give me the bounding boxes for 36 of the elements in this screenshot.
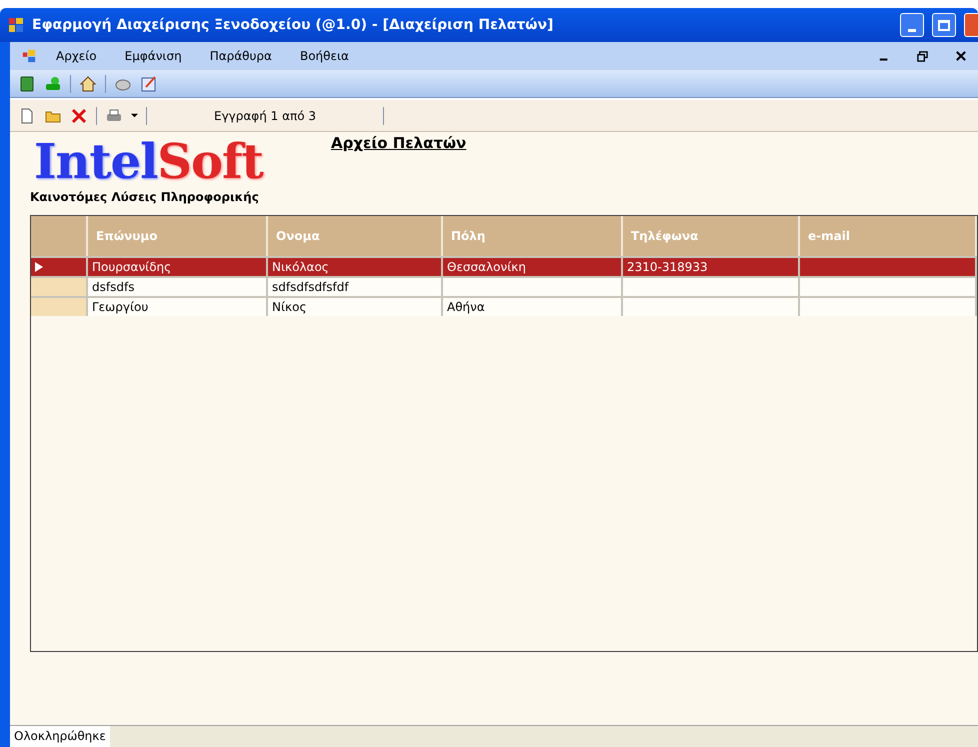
table-cell: Αθήνα <box>447 300 485 314</box>
table-cell: Νίκος <box>272 300 306 314</box>
tagline: Καινοτόμες Λύσεις Πληροφορικής <box>30 189 260 206</box>
record-counter: Εγγραφή 1 από 3 <box>212 108 318 124</box>
table-cell: Γεωργίου <box>92 300 148 314</box>
table-row[interactable]: Πουρσανίδης Νικόλαος Θεσσαλονίκη 2310-318933 <box>31 256 977 276</box>
current-row-icon <box>35 262 43 272</box>
menu-item[interactable]: Αρχείο <box>56 47 97 65</box>
restore-icon[interactable] <box>917 50 928 62</box>
app-icon <box>8 17 24 33</box>
book-icon[interactable] <box>18 74 36 92</box>
table-cell: dsfsdfs <box>92 280 134 294</box>
menu-item[interactable]: Εμφάνιση <box>124 47 182 65</box>
table-row[interactable]: Γεωργίου Νίκος Αθήνα <box>31 296 977 316</box>
window-title: Εφαρμογή Διαχείρισης Ξενοδοχείου (@1.0) - [Διαχείριση Πελατών] <box>32 16 554 34</box>
menu-item[interactable]: Βοήθεια <box>300 47 349 65</box>
close-icon[interactable] <box>956 51 966 61</box>
people-icon[interactable] <box>44 74 62 92</box>
table-cell: 2310-318933 <box>627 260 708 274</box>
table-cell: Πουρσανίδης <box>92 260 172 274</box>
maximize-button[interactable] <box>932 13 956 37</box>
table-cell: Νικόλαος <box>272 260 329 274</box>
minimize-button[interactable] <box>900 13 924 37</box>
table-cell: sdfsdfsdfsfdf <box>272 280 349 294</box>
status-text: Ολοκληρώθηκε <box>10 726 110 747</box>
delete-icon[interactable] <box>70 106 88 124</box>
close-button[interactable] <box>964 13 978 37</box>
table-cell: Θεσσαλονίκη <box>447 260 526 274</box>
logo: IntelSoft <box>34 136 264 188</box>
edit-icon[interactable] <box>140 74 158 92</box>
form-icon <box>22 49 36 63</box>
caret-icon[interactable] <box>131 112 138 119</box>
page-heading: Αρχείο Πελατών <box>331 133 466 154</box>
menu-item[interactable]: Παράθυρα <box>210 47 272 65</box>
table-row[interactable]: dsfsdfs sdfsdfsdfsfdf <box>31 276 977 296</box>
home-icon[interactable] <box>79 74 97 92</box>
